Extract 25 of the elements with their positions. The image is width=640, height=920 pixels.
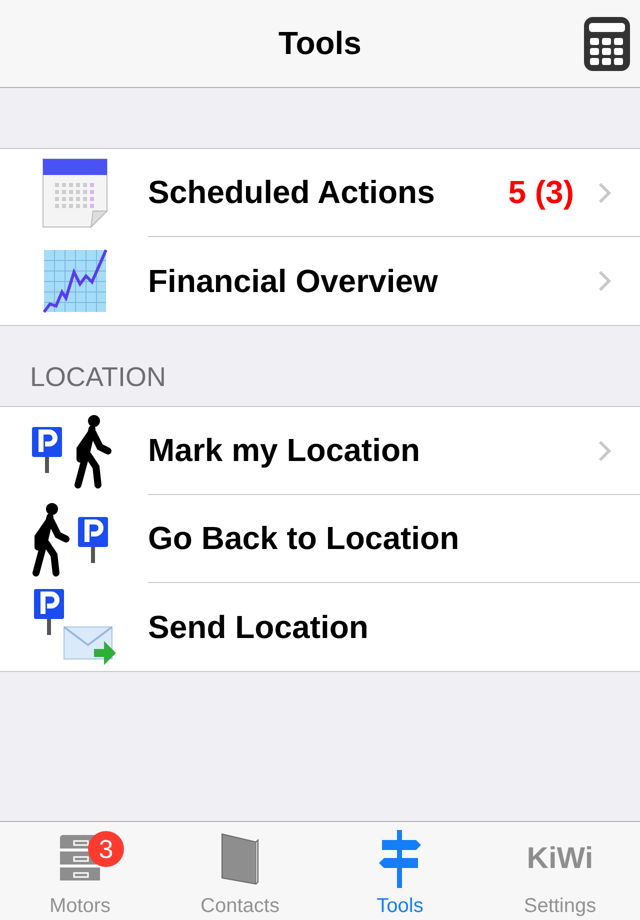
row-label: Financial Overview (148, 262, 439, 300)
signpost-icon (378, 830, 422, 888)
calculator-icon[interactable] (584, 17, 630, 71)
row-label: Mark my Location (148, 432, 422, 469)
notification-badge: 3 (88, 831, 124, 867)
book-icon (220, 832, 260, 886)
list-row[interactable]: Mark my Location (0, 407, 640, 495)
chart-icon (42, 248, 108, 314)
row-label: Scheduled Actions (148, 174, 436, 211)
logo-text: KiWi (526, 842, 594, 876)
section-header: LOCATION (29, 361, 168, 394)
tab[interactable]: Tools (320, 822, 480, 920)
chevron-icon (598, 182, 612, 204)
chevron-icon (598, 270, 612, 292)
list-row[interactable]: Go Back to Location (0, 495, 640, 583)
row-label: Go Back to Location (148, 520, 460, 557)
row-label: Send Location (148, 608, 370, 646)
nav-title: Tools (278, 25, 362, 62)
list-row[interactable]: Scheduled Actions 5 (3) (0, 149, 640, 237)
count-text: 5 (3) (508, 174, 574, 211)
tab[interactable]: 3 Motors (0, 822, 160, 920)
chevron-icon (598, 440, 612, 462)
list-row[interactable]: Send Location (0, 583, 640, 671)
calendar-icon (41, 157, 109, 229)
list-row[interactable]: Financial Overview (0, 237, 640, 325)
